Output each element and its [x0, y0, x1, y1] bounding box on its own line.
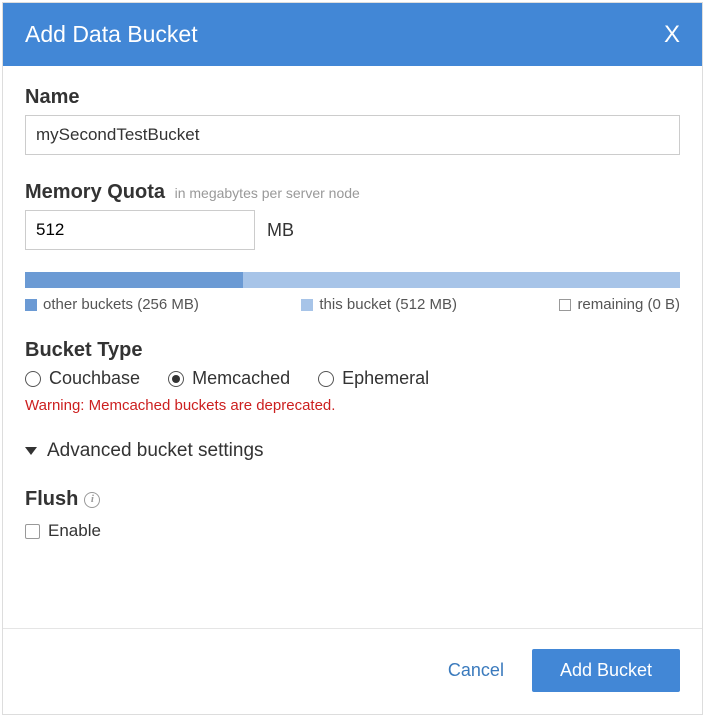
dialog-title: Add Data Bucket	[25, 21, 198, 48]
add-bucket-button[interactable]: Add Bucket	[532, 649, 680, 692]
quota-bar-other	[25, 272, 243, 288]
memory-unit: MB	[267, 220, 294, 241]
name-section: Name	[25, 86, 680, 155]
info-icon[interactable]: i	[84, 492, 100, 508]
name-input[interactable]	[25, 115, 680, 155]
bucket-type-label: Bucket Type	[25, 339, 680, 362]
bucket-type-section: Bucket Type Couchbase Memcached Ephemera…	[25, 339, 680, 414]
memory-quota-label-text: Memory Quota	[25, 181, 165, 203]
quota-bar-this	[243, 272, 680, 288]
legend-this: this bucket (512 MB)	[301, 296, 457, 313]
flush-section: Flush i Enable	[25, 488, 680, 541]
legend-remaining-text: remaining (0 B)	[577, 296, 680, 313]
memory-quota-section: Memory Quota in megabytes per server nod…	[25, 181, 680, 313]
legend-other-text: other buckets (256 MB)	[43, 296, 199, 313]
name-label: Name	[25, 86, 680, 109]
quota-bar	[25, 272, 680, 288]
radio-memcached-label: Memcached	[192, 368, 290, 389]
flush-enable-label: Enable	[48, 521, 101, 541]
cancel-button[interactable]: Cancel	[448, 660, 504, 681]
dialog-header: Add Data Bucket X	[3, 3, 702, 66]
radio-ephemeral[interactable]: Ephemeral	[318, 368, 429, 389]
memory-quota-input[interactable]	[25, 210, 255, 250]
close-icon[interactable]: X	[664, 23, 680, 47]
swatch-icon	[25, 299, 37, 311]
chevron-down-icon	[25, 447, 37, 455]
flush-label-row: Flush i	[25, 488, 680, 511]
legend-remaining: remaining (0 B)	[559, 296, 680, 313]
advanced-settings-label: Advanced bucket settings	[47, 440, 264, 462]
dialog-body: Name Memory Quota in megabytes per serve…	[3, 66, 702, 628]
radio-couchbase[interactable]: Couchbase	[25, 368, 140, 389]
legend-other: other buckets (256 MB)	[25, 296, 199, 313]
swatch-icon	[559, 299, 571, 311]
flush-enable-row[interactable]: Enable	[25, 521, 680, 541]
add-bucket-dialog: Add Data Bucket X Name Memory Quota in m…	[2, 2, 703, 715]
memory-quota-label: Memory Quota in megabytes per server nod…	[25, 181, 680, 204]
quota-legend: other buckets (256 MB) this bucket (512 …	[25, 296, 680, 313]
advanced-settings-toggle[interactable]: Advanced bucket settings	[25, 440, 680, 462]
radio-ephemeral-label: Ephemeral	[342, 368, 429, 389]
swatch-icon	[301, 299, 313, 311]
radio-icon	[25, 371, 41, 387]
legend-this-text: this bucket (512 MB)	[319, 296, 457, 313]
memory-quota-hint: in megabytes per server node	[175, 185, 360, 201]
radio-icon	[168, 371, 184, 387]
quota-input-row: MB	[25, 210, 680, 250]
radio-memcached[interactable]: Memcached	[168, 368, 290, 389]
flush-label: Flush	[25, 488, 78, 511]
bucket-type-warning: Warning: Memcached buckets are deprecate…	[25, 397, 680, 414]
bucket-type-options: Couchbase Memcached Ephemeral	[25, 368, 680, 389]
flush-enable-checkbox[interactable]	[25, 524, 40, 539]
dialog-footer: Cancel Add Bucket	[3, 628, 702, 714]
radio-couchbase-label: Couchbase	[49, 368, 140, 389]
radio-icon	[318, 371, 334, 387]
